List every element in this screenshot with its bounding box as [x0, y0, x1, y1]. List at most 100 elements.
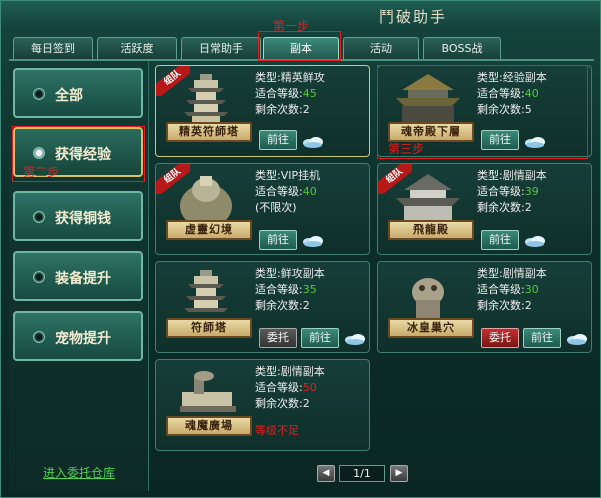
level-value: 50 — [302, 381, 317, 394]
type-label: 类型: — [255, 365, 281, 378]
team-badge: 组队 — [378, 164, 412, 194]
cloud-teleport-icon[interactable] — [566, 333, 588, 345]
dungeon-card-soul-demon-square: 魂魔廣場 类型:剧情副本 适合等级:50 剩余次数:2 等级不足 — [155, 359, 370, 451]
remaining-label: 剩余次数: — [477, 299, 525, 312]
remaining-value: 2 — [302, 103, 310, 116]
type-value: 剧情副本 — [502, 169, 547, 182]
remaining-label: 剩余次数: — [477, 201, 525, 214]
assistant-window: 鬥破助手 每日签到 活跃度 日常助手 副本 活动 BOSS战 第一步 全部 获得… — [0, 0, 601, 498]
sidebar-item-gain-copper[interactable]: 获得铜钱 — [13, 191, 143, 241]
radio-icon — [33, 211, 45, 223]
radio-icon — [33, 271, 45, 283]
dungeon-image: 魂魔廣場 — [160, 362, 252, 448]
level-value: 30 — [524, 283, 539, 296]
tab-events[interactable]: 活动 — [343, 37, 419, 59]
dungeon-card-ice-emperor-nest: 冰皇巢穴 类型:剧情副本 适合等级:30 剩余次数:2 委托 前往 — [377, 261, 592, 353]
team-badge: 组队 — [156, 164, 190, 194]
dungeon-info: 类型:精英鲜攻 适合等级:45 剩余次数:2 — [255, 70, 325, 118]
step2-annotation: 第二步 — [23, 165, 60, 179]
type-value: 鲜攻副本 — [280, 267, 325, 280]
dungeon-card-flying-dragon-hall: 飛龍殿 组队 类型:剧情副本 适合等级:39 剩余次数:2 前往 — [377, 163, 592, 255]
remaining-label: 剩余次数: — [255, 397, 303, 410]
goto-button[interactable]: 前往 — [301, 328, 339, 348]
cloud-teleport-icon[interactable] — [302, 136, 324, 148]
goto-button[interactable]: 前往 — [259, 230, 297, 250]
level-value: 40 — [302, 185, 317, 198]
cloud-teleport-icon[interactable] — [302, 235, 324, 247]
level-label: 适合等级: — [255, 381, 303, 394]
dungeon-image: 冰皇巢穴 — [382, 264, 474, 350]
sidebar-item-label: 全部 — [55, 88, 83, 104]
cloud-teleport-icon[interactable] — [344, 333, 366, 345]
dungeon-name-plaque: 飛龍殿 — [388, 220, 474, 240]
goto-button[interactable]: 前往 — [523, 328, 561, 348]
type-label: 类型: — [255, 267, 281, 280]
dungeon-info: 类型:剧情副本 适合等级:30 剩余次数:2 — [477, 266, 547, 314]
level-label: 适合等级: — [477, 185, 525, 198]
level-value: 35 — [302, 283, 317, 296]
level-value: 45 — [302, 87, 317, 100]
dungeon-card-elite-talisman-tower: 精英符師塔 组队 类型:精英鲜攻 适合等级:45 剩余次数:2 前往 — [155, 65, 370, 157]
type-value: VIP挂机 — [280, 169, 321, 182]
remaining-value: 2 — [302, 299, 310, 312]
tab-activity[interactable]: 活跃度 — [97, 37, 177, 59]
sidebar-item-equip-upgrade[interactable]: 装备提升 — [13, 251, 143, 301]
remaining-label: 剩余次数: — [255, 103, 303, 116]
sidebar-item-all[interactable]: 全部 — [13, 68, 143, 118]
radio-icon — [33, 331, 45, 343]
dungeon-name-plaque: 魂魔廣場 — [166, 416, 252, 436]
type-label: 类型: — [477, 169, 503, 182]
team-badge: 组队 — [156, 66, 190, 96]
window-title: 鬥破助手 — [379, 8, 448, 26]
delegate-button[interactable]: 委托 — [481, 328, 519, 348]
remaining-value: 2 — [524, 299, 532, 312]
level-label: 适合等级: — [255, 283, 303, 296]
step3-annotation: 第三步 — [388, 142, 425, 156]
type-label: 类型: — [255, 71, 281, 84]
remaining-label: 剩余次数: — [255, 299, 303, 312]
dungeon-name-plaque: 精英符師塔 — [166, 122, 252, 142]
cloud-teleport-icon[interactable] — [524, 235, 546, 247]
dungeon-name-plaque: 符師塔 — [166, 318, 252, 338]
level-label: 适合等级: — [477, 283, 525, 296]
type-value: 精英鲜攻 — [280, 71, 325, 84]
dungeon-image: 符師塔 — [160, 264, 252, 350]
dungeon-info: 类型:剧情副本 适合等级:39 剩余次数:2 — [477, 168, 547, 216]
prev-page-button[interactable]: ◀ — [317, 465, 335, 482]
tab-daily-helper[interactable]: 日常助手 — [181, 37, 261, 59]
type-value: 剧情副本 — [280, 365, 325, 378]
dungeon-card-spirit-illusion-realm: 虚靈幻境 组队 类型:VIP挂机 适合等级:40 (不限次) 前往 — [155, 163, 370, 255]
sidebar-item-pet-upgrade[interactable]: 宠物提升 — [13, 311, 143, 361]
level-label: 适合等级: — [255, 87, 303, 100]
delegate-warehouse-link[interactable]: 进入委托仓库 — [43, 464, 115, 481]
remaining-value: (不限次) — [255, 201, 297, 214]
team-ribbon: 组队 — [378, 164, 412, 194]
dungeon-card-talisman-tower: 符師塔 类型:鲜攻副本 适合等级:35 剩余次数:2 委托 前往 — [155, 261, 370, 353]
remaining-value: 2 — [302, 397, 310, 410]
dungeon-info: 类型:剧情副本 适合等级:50 剩余次数:2 — [255, 364, 325, 412]
level-value: 39 — [524, 185, 539, 198]
dungeon-name-plaque: 冰皇巢穴 — [388, 318, 474, 338]
step1-highlight-box — [258, 31, 341, 61]
team-ribbon: 组队 — [156, 66, 190, 96]
page-indicator: 1/1 — [339, 465, 385, 482]
dungeon-info: 类型:VIP挂机 适合等级:40 (不限次) — [255, 168, 320, 216]
dungeon-name-plaque: 虚靈幻境 — [166, 220, 252, 240]
tab-daily-signin[interactable]: 每日签到 — [13, 37, 93, 59]
tab-boss[interactable]: BOSS战 — [423, 37, 501, 59]
sidebar-item-label: 宠物提升 — [55, 331, 111, 347]
remaining-value: 2 — [524, 201, 532, 214]
team-ribbon: 组队 — [156, 164, 190, 194]
type-label: 类型: — [255, 169, 281, 182]
dungeon-info: 类型:鲜攻副本 适合等级:35 剩余次数:2 — [255, 266, 325, 314]
next-page-button[interactable]: ▶ — [390, 465, 408, 482]
goto-button[interactable]: 前往 — [481, 230, 519, 250]
type-value: 剧情副本 — [502, 267, 547, 280]
radio-icon — [33, 88, 45, 100]
type-label: 类型: — [477, 267, 503, 280]
delegate-button[interactable]: 委托 — [259, 328, 297, 348]
level-insufficient-warning: 等级不足 — [255, 424, 299, 437]
goto-button[interactable]: 前往 — [259, 130, 297, 150]
sidebar-item-label: 装备提升 — [55, 271, 111, 287]
step1-annotation: 第一步 — [273, 19, 310, 33]
